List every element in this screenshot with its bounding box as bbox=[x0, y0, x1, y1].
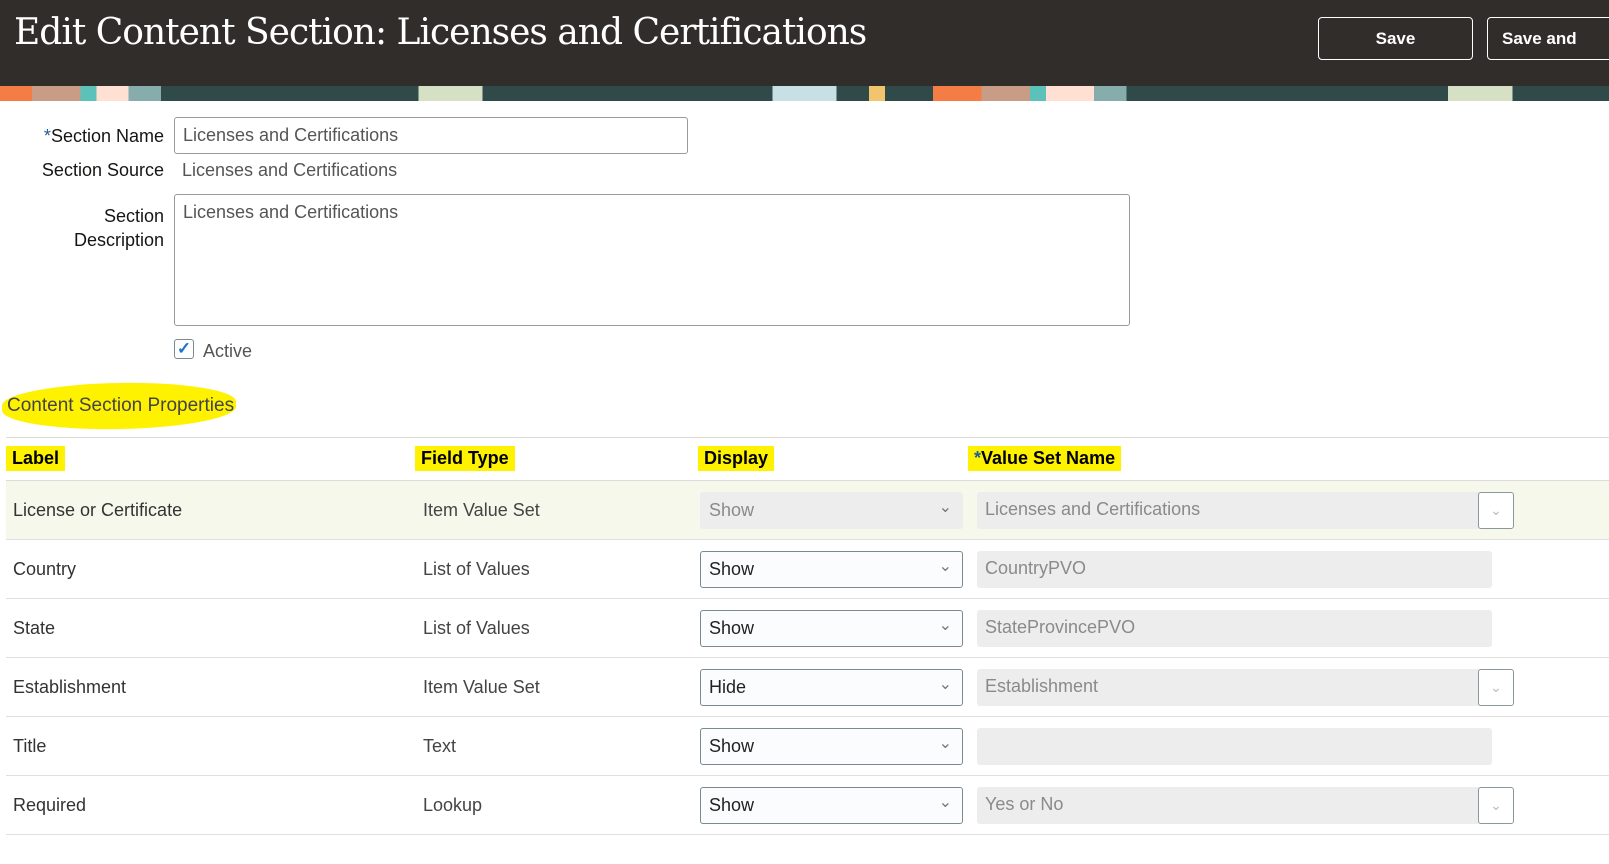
value-set-input: Yes or No bbox=[977, 787, 1492, 824]
value-set-input: CountryPVO bbox=[977, 551, 1492, 588]
column-header-label: Label bbox=[6, 446, 66, 471]
row-label: Country bbox=[13, 559, 77, 579]
save-button[interactable]: Save bbox=[1318, 17, 1473, 60]
value-set-input: StateProvincePVO bbox=[977, 610, 1492, 647]
display-select[interactable]: Show ⌄ bbox=[700, 610, 963, 647]
value-set-value: Licenses and Certifications bbox=[985, 499, 1201, 519]
value-set-input: Licenses and Certifications bbox=[977, 492, 1492, 529]
row-label: Title bbox=[13, 736, 47, 756]
table-row[interactable]: Country List of Values Show ⌄ CountryPVO bbox=[6, 540, 1609, 599]
table-row[interactable]: State List of Values Show ⌄ StateProvince… bbox=[6, 599, 1609, 658]
table-row[interactable]: Required Lookup Show ⌄ Yes or No ⌄ bbox=[6, 776, 1609, 835]
row-label: License or Certificate bbox=[13, 500, 183, 520]
table-row[interactable]: Establishment Item Value Set Hide ⌄ Estab… bbox=[6, 658, 1609, 717]
display-select[interactable]: Show ⌄ bbox=[700, 551, 963, 588]
value-set-value: Yes or No bbox=[985, 794, 1064, 814]
table-row[interactable]: License or Certificate Item Value Set Sh… bbox=[6, 481, 1609, 540]
row-field-type: Item Value Set bbox=[423, 500, 540, 520]
chevron-down-icon: ⌄ bbox=[938, 499, 952, 516]
section-name-label-text: Section Name bbox=[50, 126, 164, 146]
display-value: Show bbox=[709, 736, 755, 756]
row-field-type: Text bbox=[423, 736, 457, 756]
value-set-input: Establishment bbox=[977, 669, 1492, 706]
column-header-value-set-name: *Value Set Name bbox=[968, 446, 1122, 471]
value-set-input bbox=[977, 728, 1492, 765]
section-name-input[interactable]: Licenses and Certifications bbox=[174, 117, 688, 154]
page-title: Edit Content Section: Licenses and Certi… bbox=[14, 12, 867, 53]
chevron-down-icon: ⌄ bbox=[938, 735, 952, 752]
value-set-value: Establishment bbox=[985, 676, 1099, 696]
column-header-field-type: Field Type bbox=[415, 446, 515, 471]
active-label[interactable]: Active bbox=[203, 341, 252, 362]
section-description-textarea[interactable]: Licenses and Certifications bbox=[174, 194, 1130, 326]
display-select[interactable]: Hide ⌄ bbox=[700, 669, 963, 706]
column-header-display: Display bbox=[698, 446, 775, 471]
chevron-down-icon: ⌄ bbox=[938, 676, 952, 693]
column-header-value-set-text: Value Set Name bbox=[981, 448, 1116, 468]
section-source-value: Licenses and Certifications bbox=[182, 160, 398, 180]
chevron-down-icon: ⌄ bbox=[938, 794, 952, 811]
active-checkbox[interactable]: ✓ bbox=[174, 339, 194, 359]
row-label: Establishment bbox=[13, 677, 127, 697]
chevron-down-icon: ⌄ bbox=[938, 558, 952, 575]
row-field-type: Lookup bbox=[423, 795, 483, 815]
display-select[interactable]: Show ⌄ bbox=[700, 787, 963, 824]
divider bbox=[6, 437, 1609, 438]
value-set-dropdown-button[interactable]: ⌄ bbox=[1478, 787, 1514, 824]
section-description-label-2: Description bbox=[73, 230, 164, 250]
section-description-label: Section bbox=[103, 206, 164, 226]
section-source-label: Section Source bbox=[41, 160, 164, 180]
value-set-dropdown-button[interactable]: ⌄ bbox=[1478, 669, 1514, 706]
display-value: Show bbox=[709, 795, 755, 815]
value-set-dropdown-button[interactable]: ⌄ bbox=[1478, 492, 1514, 529]
decorative-banner bbox=[0, 86, 1609, 101]
display-value: Show bbox=[709, 618, 755, 638]
section-properties-title: Content Section Properties bbox=[7, 395, 235, 416]
value-set-value: CountryPVO bbox=[985, 558, 1087, 578]
table-row[interactable]: Title Text Show ⌄ bbox=[6, 717, 1609, 776]
display-value: Show bbox=[709, 500, 755, 520]
display-value: Hide bbox=[709, 677, 747, 697]
row-label: Required bbox=[13, 795, 87, 815]
row-field-type: List of Values bbox=[423, 559, 530, 579]
row-label: State bbox=[13, 618, 56, 638]
value-set-value: StateProvincePVO bbox=[985, 617, 1136, 637]
section-name-label: *Section Name bbox=[43, 126, 164, 146]
row-field-type: Item Value Set bbox=[423, 677, 540, 697]
page-header: Edit Content Section: Licenses and Certi… bbox=[0, 0, 1609, 86]
display-select: Show ⌄ bbox=[700, 492, 963, 529]
display-value: Show bbox=[709, 559, 755, 579]
save-and-close-button[interactable]: Save and bbox=[1487, 17, 1609, 60]
display-select[interactable]: Show ⌄ bbox=[700, 728, 963, 765]
chevron-down-icon: ⌄ bbox=[938, 617, 952, 634]
row-field-type: List of Values bbox=[423, 618, 530, 638]
